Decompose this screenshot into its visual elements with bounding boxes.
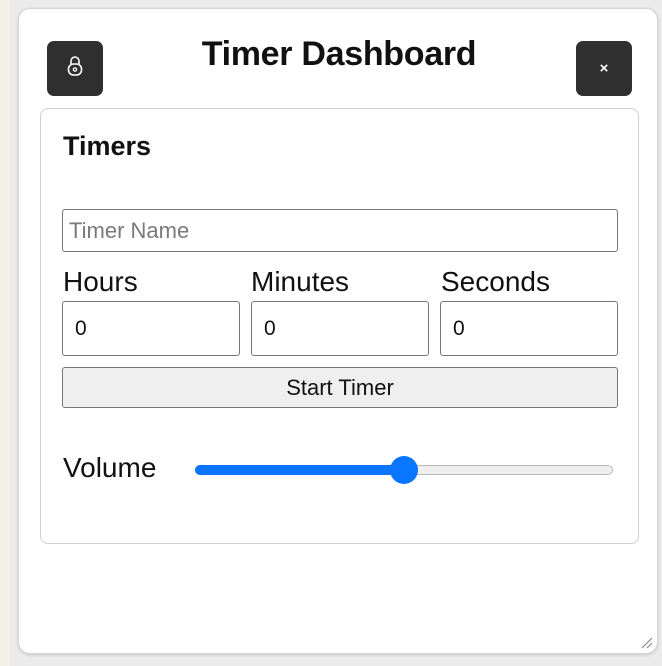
close-button[interactable]: ×: [576, 41, 632, 96]
timer-dashboard-window: Timer Dashboard × Timers Hours Minutes S…: [18, 8, 658, 654]
close-icon: ×: [599, 60, 609, 77]
lock-icon: [66, 55, 84, 82]
volume-slider-fill: [195, 465, 404, 475]
page-title: Timer Dashboard: [201, 35, 477, 73]
hours-input[interactable]: [62, 301, 240, 356]
section-title: Timers: [63, 131, 152, 161]
minutes-label: Minutes: [251, 266, 350, 297]
volume-label: Volume: [63, 452, 157, 483]
minutes-input[interactable]: [251, 301, 429, 356]
seconds-input[interactable]: [440, 301, 618, 356]
timer-name-input[interactable]: [62, 209, 618, 252]
timers-panel: Timers Hours Minutes Seconds Start Timer…: [40, 108, 639, 544]
lock-button[interactable]: [47, 41, 103, 96]
start-timer-button[interactable]: Start Timer: [62, 367, 618, 408]
hours-label: Hours: [63, 266, 138, 297]
volume-slider[interactable]: [195, 456, 613, 484]
resize-handle[interactable]: [639, 635, 653, 649]
volume-slider-thumb[interactable]: [390, 456, 418, 484]
seconds-label: Seconds: [441, 266, 550, 297]
